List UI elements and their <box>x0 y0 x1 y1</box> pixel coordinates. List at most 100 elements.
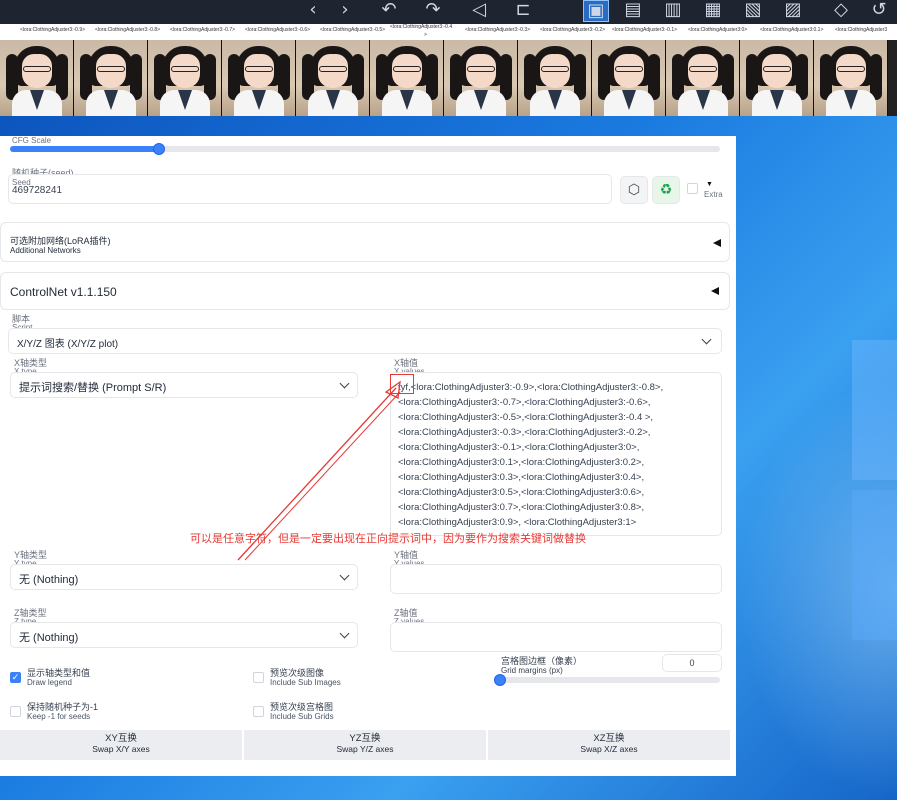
cfg-scale-knob[interactable] <box>153 143 166 155</box>
grid-margins-knob[interactable] <box>494 674 506 686</box>
include-sub-grids-label-zh: 预览次级宫格图 <box>270 702 334 712</box>
image-grid-icon[interactable]: ▧ <box>740 0 766 22</box>
z-type-selected-value: 无 (Nothing) <box>19 632 79 644</box>
swap-xy-button[interactable]: XY互换 Swap X/Y axes <box>0 730 243 760</box>
draw-legend-label-zh: 显示轴类型和值 <box>27 668 91 678</box>
cfg-scale-label: CFG Scale <box>12 136 52 145</box>
z-type-select[interactable]: 无 (Nothing) <box>10 622 358 648</box>
column-label-suffix: > <box>424 32 427 38</box>
include-sub-images-checkbox[interactable] <box>253 672 264 683</box>
undo-icon[interactable]: ↶ <box>376 0 402 22</box>
column-label: <lora:ClothingAdjuster3:-0.8> <box>95 27 161 33</box>
swap-xy-label-zh: XY互换 <box>105 733 137 744</box>
annotation-highlight-box <box>390 374 414 394</box>
draw-legend-checkbox[interactable]: ✓ <box>10 672 21 683</box>
grid-margins-label-zh: 宫格图边框（像素） <box>501 656 583 666</box>
copy-icon[interactable]: ▤ <box>620 0 646 22</box>
column-label: <lora:ClothingAdjuster3:0> <box>688 27 748 33</box>
x-values-line: tyf,<lora:ClothingAdjuster3:-0.9>,<lora:… <box>398 382 664 393</box>
thumbnail-glasses <box>615 66 643 72</box>
thumbnail-glasses <box>837 66 865 72</box>
keep-seeds-checkbox[interactable] <box>10 706 21 717</box>
x-values-line: <lora:ClothingAdjuster3:0.1>,<lora:Cloth… <box>398 457 645 468</box>
extra-arrow-icon: ▼ <box>706 181 713 188</box>
grid-thumbnail[interactable] <box>666 40 740 116</box>
script-selected-value: X/Y/Z 图表 (X/Y/Z plot) <box>17 339 119 350</box>
grid-thumbnail[interactable] <box>518 40 592 116</box>
x-values-line: <lora:ClothingAdjuster3:0.9>, <lora:Clot… <box>398 517 637 528</box>
windows-logo-pane-top <box>852 340 897 480</box>
controlnet-title: ControlNet v1.1.150 <box>10 285 117 299</box>
grid-thumbnail[interactable] <box>592 40 666 116</box>
xyz-grid-image-strip[interactable] <box>0 40 897 116</box>
grid-thumbnail[interactable] <box>370 40 444 116</box>
thumbnail-glasses <box>245 66 273 72</box>
controlnet-accordion[interactable]: ControlNet v1.1.150 <box>0 272 730 310</box>
folder-icon[interactable]: ▨ <box>780 0 806 22</box>
back-icon[interactable]: ‹ <box>300 0 326 22</box>
column-label: <lora:ClothingAdjuster3:-0.6> <box>245 27 311 33</box>
chevron-down-icon <box>339 378 350 389</box>
thumbnail-glasses <box>541 66 569 72</box>
swap-yz-label-zh: YZ互换 <box>349 733 381 744</box>
swap-yz-label-en: Swap Y/Z axes <box>336 744 394 754</box>
x-type-select[interactable]: 提示词搜索/替换 (Prompt S/R) <box>10 372 358 398</box>
image-icon[interactable]: ▦ <box>700 0 726 22</box>
include-sub-grids-checkbox[interactable] <box>253 706 264 717</box>
column-label: <lora:ClothingAdjuster3:-0.7> <box>170 27 236 33</box>
y-type-selected-value: 无 (Nothing) <box>19 574 79 586</box>
keep-seeds-label-zh: 保持随机种子为-1 <box>27 702 99 712</box>
random-seed-button[interactable]: ⬡ <box>620 176 648 204</box>
column-label: <lora:ClothingAdjuster3:-0.9> <box>20 27 86 33</box>
column-label: <lora:ClothingAdjuster3:0.1> <box>760 27 824 33</box>
x-values-textarea[interactable]: tyf,<lora:ClothingAdjuster3:-0.9>,<lora:… <box>390 372 722 536</box>
script-select[interactable]: X/Y/Z 图表 (X/Y/Z plot) <box>8 328 722 354</box>
reuse-seed-button[interactable]: ♻ <box>652 176 680 204</box>
grid-thumbnail[interactable] <box>74 40 148 116</box>
swap-yz-button[interactable]: YZ互换 Swap Y/Z axes <box>244 730 487 760</box>
txt2img-settings-panel: CFG Scale 随机种子(seed) Seed 469728241 ⬡ ♻ … <box>0 136 736 776</box>
x-values-line: <lora:ClothingAdjuster3:-0.7>,<lora:Clot… <box>398 397 651 408</box>
thumbnail-glasses <box>689 66 717 72</box>
grid-thumbnail[interactable] <box>222 40 296 116</box>
grid-column-labels: <lora:ClothingAdjuster3:-0.9> <lora:Clot… <box>0 24 897 40</box>
grid-thumbnail[interactable] <box>0 40 74 116</box>
save-icon[interactable]: ▣ <box>583 0 609 22</box>
send-icon[interactable]: ◁ <box>466 0 492 22</box>
cfg-scale-fill <box>10 146 160 152</box>
crop-icon[interactable]: ⊏ <box>510 0 536 22</box>
z-values-input[interactable] <box>390 622 722 652</box>
windows-logo-pane-bottom <box>852 490 897 640</box>
collapse-arrow-icon[interactable] <box>713 239 721 247</box>
additional-networks-accordion[interactable]: 可选附加网络(LoRA插件) Additional Networks <box>0 222 730 262</box>
dice-icon: ⬡ <box>627 182 641 198</box>
refresh-icon[interactable]: ↺ <box>866 0 892 22</box>
x-values-line: <lora:ClothingAdjuster3:-0.5>,<lora:Clot… <box>398 412 654 423</box>
swap-xy-label-en: Swap X/Y axes <box>92 744 150 754</box>
y-values-input[interactable] <box>390 564 722 594</box>
shape-icon[interactable]: ◇ <box>828 0 854 22</box>
collapse-arrow-icon[interactable] <box>711 287 719 295</box>
swap-xz-button[interactable]: XZ互换 Swap X/Z axes <box>488 730 731 760</box>
cfg-scale-slider[interactable] <box>10 143 720 155</box>
include-sub-grids-label-en: Include Sub Grids <box>270 712 334 721</box>
annotation-text: 可以是任意字符，但是一定要出现在正向提示词中，因为要作为搜索关键词做替换 <box>190 533 586 545</box>
grid-thumbnail[interactable] <box>740 40 814 116</box>
keep-seeds-label-en: Keep -1 for seeds <box>27 712 91 721</box>
x-values-line: <lora:ClothingAdjuster3:0.5>,<lora:Cloth… <box>398 487 645 498</box>
forward-icon[interactable]: › <box>332 0 358 22</box>
save-zip-icon[interactable]: ▥ <box>660 0 686 22</box>
thumbnail-glasses <box>97 66 125 72</box>
grid-thumbnail[interactable] <box>814 40 888 116</box>
grid-thumbnail[interactable] <box>296 40 370 116</box>
grid-thumbnail[interactable] <box>148 40 222 116</box>
seed-input[interactable]: Seed 469728241 <box>8 174 612 204</box>
y-type-select[interactable]: 无 (Nothing) <box>10 564 358 590</box>
extra-seed-checkbox[interactable] <box>687 183 698 194</box>
redo-icon[interactable]: ↷ <box>420 0 446 22</box>
grid-margins-number-input[interactable]: 0 <box>662 654 722 672</box>
grid-thumbnail[interactable] <box>444 40 518 116</box>
grid-margins-slider[interactable] <box>494 674 720 686</box>
draw-legend-label-en: Draw legend <box>27 678 72 687</box>
thumbnail-glasses <box>171 66 199 72</box>
